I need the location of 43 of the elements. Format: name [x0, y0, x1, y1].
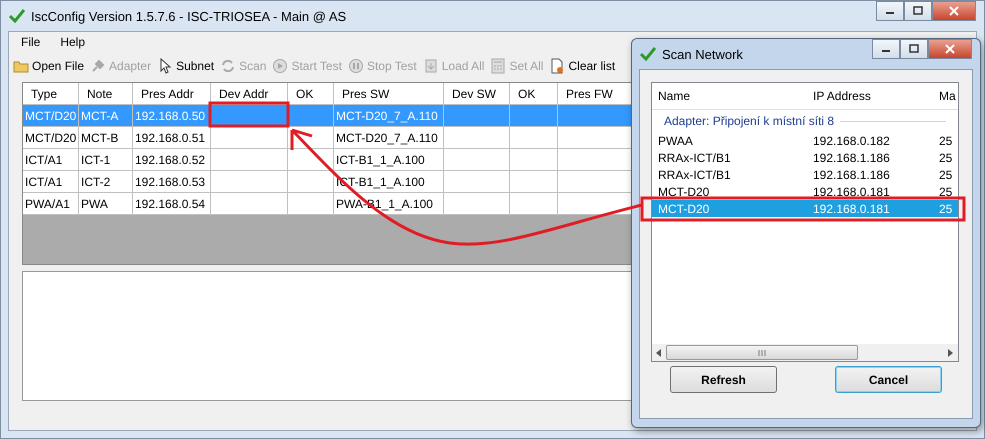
table-cell: PWA [79, 193, 133, 215]
column-header[interactable]: Name [652, 89, 807, 103]
group-header: Adapter: Připojení k místní síti 8 [664, 114, 834, 128]
menu-item[interactable]: Help [52, 35, 94, 51]
document-icon [549, 58, 566, 74]
menu-item[interactable]: File [13, 35, 48, 51]
toolbar-button[interactable]: Open File [13, 58, 84, 74]
maximize-icon [909, 44, 919, 54]
right-arrow-icon[interactable] [948, 348, 954, 356]
dialog-title: Scan Network [662, 46, 743, 62]
calculator-icon [490, 58, 506, 74]
column-header[interactable]: Ma [933, 89, 958, 103]
maximize-button[interactable] [900, 39, 928, 59]
list-item[interactable]: MCT-D20 192.168.0.181 25 [652, 183, 958, 200]
list-item[interactable]: RRAx-ICT/B1 192.168.1.186 25 [652, 166, 958, 183]
list-item[interactable]: RRAx-ICT/B1 192.168.1.186 25 [652, 149, 958, 166]
column-header[interactable]: IP Address [807, 89, 933, 103]
plug-icon [90, 58, 106, 74]
list-item[interactable]: PWAA 192.168.0.182 25 [652, 132, 958, 149]
maximize-button[interactable] [904, 1, 932, 21]
maximize-icon [913, 6, 923, 16]
minimize-button[interactable] [872, 39, 900, 59]
window-title: IscConfig Version 1.5.7.6 - ISC-TRIOSEA - Main @ AS [31, 8, 346, 24]
load-icon [422, 58, 439, 74]
toolbar-button[interactable]: Subnet [157, 58, 214, 74]
play-icon [272, 58, 288, 74]
dialog-button[interactable]: Refresh [670, 366, 777, 393]
close-icon [945, 44, 955, 54]
dialog-button[interactable]: Cancel [835, 366, 942, 393]
checkmark-icon [9, 9, 25, 23]
toolbar-button[interactable]: Clear list [549, 58, 616, 74]
grip-icon [758, 350, 766, 356]
checkmark-icon [640, 47, 656, 61]
minimize-button[interactable] [876, 1, 904, 21]
table-cell: 192.168.0.54 [133, 193, 211, 215]
left-arrow-icon[interactable] [656, 348, 662, 356]
pause-icon [348, 58, 364, 74]
horizontal-scrollbar[interactable] [652, 344, 958, 361]
close-button[interactable] [932, 1, 976, 21]
close-icon [949, 6, 959, 16]
close-button[interactable] [928, 39, 972, 59]
refresh-icon [220, 58, 236, 74]
table-cell: PWA/A1 [23, 193, 79, 215]
